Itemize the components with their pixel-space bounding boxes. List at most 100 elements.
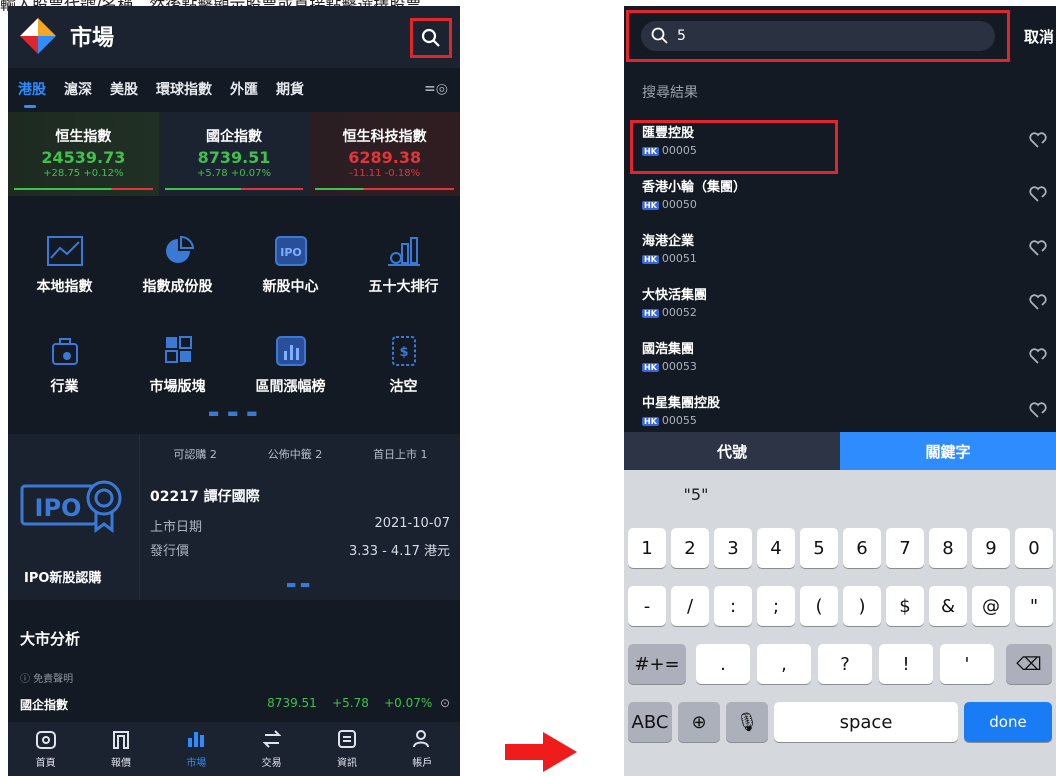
key-symbol-8[interactable]: @ xyxy=(972,586,1010,626)
ipo-badge-icon: IPO xyxy=(20,480,122,533)
nav-market[interactable]: 市場 xyxy=(166,728,226,769)
key-3[interactable]: 4 xyxy=(757,528,795,568)
search-screen: 5 取消 搜尋結果 匯豐控股 HK 00005 香港小輪（集團） HK 00050 … xyxy=(624,6,1056,776)
grid-industry[interactable]: 行業 xyxy=(8,334,121,396)
tab-forex[interactable]: 外匯 xyxy=(230,79,258,99)
key-8[interactable]: 9 xyxy=(972,528,1010,568)
search-header: 5 取消 xyxy=(624,6,1056,64)
grid-short-selling[interactable]: $ 沽空 xyxy=(347,334,460,396)
key-punct-4[interactable]: ' xyxy=(940,644,994,684)
suggestion[interactable]: "5" xyxy=(624,485,768,504)
grid-range-gainers[interactable]: 區間漲幅榜 xyxy=(234,334,347,396)
key-symbol-3[interactable]: ; xyxy=(757,586,795,626)
grid-ipo-center[interactable]: IPO 新股中心 xyxy=(234,234,347,296)
key-space[interactable]: space xyxy=(774,702,958,742)
briefcase-icon xyxy=(51,338,78,365)
key-9[interactable]: 0 xyxy=(1015,528,1053,568)
key-punct-0[interactable]: . xyxy=(696,644,750,684)
grid-market-sectors[interactable]: 市場版塊 xyxy=(121,334,234,396)
index-bar xyxy=(14,188,153,190)
result-item[interactable]: 海港企業 HK 00051 xyxy=(624,226,1056,280)
favorite-heart-icon[interactable] xyxy=(1028,184,1048,204)
nav-trade[interactable]: 交易 xyxy=(242,728,302,769)
grid-local-index[interactable]: 本地指數 xyxy=(8,234,121,296)
key-symbol-0[interactable]: - xyxy=(628,586,666,626)
key-symbol-2[interactable]: : xyxy=(714,586,752,626)
index-card-hstech[interactable]: 恒生科技指數 6289.38 -11.11 -0.18% xyxy=(309,112,460,196)
news-icon xyxy=(337,730,356,748)
tab-sh-sz[interactable]: 滬深 xyxy=(64,79,92,99)
ipo-stock-name[interactable]: 02217 譚仔國際 xyxy=(150,486,260,506)
search-query: 5 xyxy=(677,28,686,44)
ipo-subscribe-panel[interactable]: IPO IPO新股認購 xyxy=(8,434,140,600)
key-symbol-1[interactable]: / xyxy=(671,586,709,626)
disclaimer-link[interactable]: ⓘ 免責聲明 xyxy=(20,670,73,685)
ipo-icon: IPO xyxy=(274,236,307,266)
key-6[interactable]: 7 xyxy=(886,528,924,568)
market-row[interactable]: 國企指數 8739.51 +5.78 +0.07% ⊙ xyxy=(20,696,450,713)
key-abc[interactable]: ABC xyxy=(628,702,672,742)
market-tag: HK xyxy=(642,255,659,264)
results-title: 搜尋結果 xyxy=(642,85,698,101)
key-punct-3[interactable]: ! xyxy=(879,644,933,684)
ipo-listing-date: 上市日期 2021-10-07 xyxy=(150,516,450,535)
key-symbol-6[interactable]: $ xyxy=(886,586,924,626)
grid-index-constituents[interactable]: 指數成份股 xyxy=(121,234,234,296)
home-icon xyxy=(35,731,56,749)
favorite-heart-icon[interactable] xyxy=(1028,130,1048,150)
key-4[interactable]: 5 xyxy=(800,528,838,568)
key-symbol-7[interactable]: & xyxy=(929,586,967,626)
tab-ipo-available[interactable]: 可認購 2 xyxy=(173,446,217,462)
key-symbol-5[interactable]: ) xyxy=(843,586,881,626)
backspace-icon[interactable]: ⌫ xyxy=(1006,644,1052,684)
favorite-heart-icon[interactable] xyxy=(1028,346,1048,366)
nav-account[interactable]: 帳戶 xyxy=(392,728,452,769)
keyboard-suggestions: "5" xyxy=(624,470,1056,518)
cancel-button[interactable]: 取消 xyxy=(1024,26,1054,47)
index-card-hscei[interactable]: 國企指數 8739.51 +5.78 +0.07% xyxy=(158,112,310,196)
key-symbol-4[interactable]: ( xyxy=(800,586,838,626)
key-7[interactable]: 8 xyxy=(929,528,967,568)
key-punct-2[interactable]: ? xyxy=(818,644,872,684)
key-0[interactable]: 1 xyxy=(628,528,666,568)
tab-ipo-first-day[interactable]: 首日上市 1 xyxy=(373,446,428,462)
search-input[interactable]: 5 xyxy=(641,21,995,51)
favorite-heart-icon[interactable] xyxy=(1028,292,1048,312)
expand-icon[interactable]: ⊙ xyxy=(440,696,450,710)
key-5[interactable]: 6 xyxy=(843,528,881,568)
tab-hk-stocks[interactable]: 港股 xyxy=(18,79,46,108)
result-item[interactable]: 大快活集團 HK 00052 xyxy=(624,280,1056,334)
tab-futures[interactable]: 期貨 xyxy=(276,79,304,99)
nav-quotes[interactable]: 報價 xyxy=(91,728,151,769)
tab-global-indices[interactable]: 環球指數 xyxy=(156,79,212,99)
ipo-card[interactable]: IPO IPO新股認購 可認購 2 公佈中籤 2 首日上市 1 02217 譚仔… xyxy=(8,434,460,600)
tab-settings-icon[interactable]: =◎ xyxy=(424,81,448,97)
result-item[interactable]: 國浩集團 HK 00053 xyxy=(624,334,1056,388)
tab-us-stocks[interactable]: 美股 xyxy=(110,79,138,99)
nav-news[interactable]: 資訊 xyxy=(317,728,377,769)
search-icon xyxy=(421,28,440,47)
mode-code-button[interactable]: 代號 xyxy=(624,432,840,470)
nav-home[interactable]: 首頁 xyxy=(16,728,76,769)
favorite-heart-icon[interactable] xyxy=(1028,400,1048,420)
key-1[interactable]: 2 xyxy=(671,528,709,568)
mode-keyword-button[interactable]: 關鍵字 xyxy=(840,432,1056,470)
tab-ipo-allotment[interactable]: 公佈中籤 2 xyxy=(268,446,323,462)
search-button[interactable] xyxy=(410,18,452,58)
favorite-heart-icon[interactable] xyxy=(1028,238,1048,258)
key-symbol-9[interactable]: " xyxy=(1015,586,1053,626)
microphone-icon[interactable]: 🎙 xyxy=(726,702,768,742)
key-punct-1[interactable]: , xyxy=(757,644,811,684)
pie-chart-icon xyxy=(165,235,194,263)
trade-icon xyxy=(262,730,282,748)
result-item[interactable]: 香港小輪（集團） HK 00050 xyxy=(624,172,1056,226)
svg-text:IPO: IPO xyxy=(280,246,302,259)
globe-icon[interactable]: ⊕ xyxy=(678,702,720,742)
key-done[interactable]: done xyxy=(964,702,1052,742)
key-2[interactable]: 3 xyxy=(714,528,752,568)
key-symbols[interactable]: #+= xyxy=(628,644,686,684)
index-card-hsi[interactable]: 恒生指數 24539.73 +28.75 +0.12% xyxy=(8,112,159,196)
dollar-doc-icon: $ xyxy=(391,336,416,366)
app-logo-icon xyxy=(20,18,56,54)
grid-top-fifty[interactable]: 五十大排行 xyxy=(347,234,460,296)
